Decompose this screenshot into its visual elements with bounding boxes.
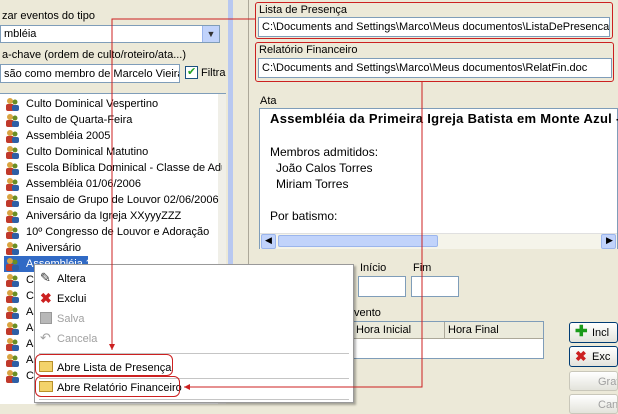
chevron-down-icon[interactable]: ▼ — [202, 26, 219, 42]
event-type-select[interactable]: mbléia ▼ — [0, 25, 220, 43]
event-name: Culto Dominical Matutino — [26, 146, 149, 158]
list-item[interactable]: 10º Congresso de Louvor e Adoração — [4, 224, 222, 240]
event-name: Culto de Quarta-Feira — [26, 114, 133, 126]
list-item[interactable]: Ensaio de Grupo de Louvor 02/06/2006 — [4, 192, 222, 208]
list-item[interactable]: Assembléia 01/06/2006 — [4, 176, 222, 192]
save-button[interactable]: Grav — [569, 371, 618, 391]
plus-icon: ✚ — [575, 323, 588, 340]
menu-item-label: Cancela — [57, 333, 98, 345]
keyword-value: são como membro de Marcelo Vieira — [4, 68, 180, 80]
scroll-left-button[interactable]: ◀ — [261, 234, 276, 249]
annotation-finance-box — [255, 42, 614, 82]
delete-button[interactable]: ✖ Exc — [569, 346, 618, 367]
event-grid[interactable]: Hora Inicial Hora Final — [352, 321, 544, 359]
include-button[interactable]: ✚ Incl — [569, 322, 618, 343]
end-label: Fim — [413, 262, 432, 274]
event-type-value: mbléia — [4, 28, 37, 40]
event-name: Aniversário da Igreja XXyyyZZZ — [26, 210, 182, 222]
event-name: Culto Dominical Vespertino — [26, 98, 159, 110]
x-icon: ✖ — [40, 290, 52, 306]
person-icon — [4, 225, 20, 240]
start-time-input[interactable] — [358, 276, 406, 297]
save-icon — [40, 312, 52, 324]
include-label: Incl — [592, 327, 610, 339]
person-icon — [4, 353, 20, 368]
pencil-icon: ✎ — [40, 270, 51, 285]
menu-item-label: Salva — [57, 313, 85, 325]
list-item[interactable]: Culto Dominical Matutino — [4, 144, 222, 160]
menu-item-exclui[interactable]: ✖ Exclui — [35, 289, 353, 309]
minutes-line: Miriam Torres — [276, 177, 349, 191]
minutes-hscrollbar[interactable]: ◀ ▶ — [260, 233, 617, 249]
person-icon — [4, 369, 20, 384]
annotation-menu-attendance-box — [35, 354, 173, 376]
person-icon — [4, 193, 20, 208]
list-item[interactable]: Culto Dominical Vespertino — [4, 96, 222, 112]
keyword-input[interactable]: são como membro de Marcelo Vieira — [0, 64, 180, 83]
start-label: Início — [360, 262, 387, 274]
annotation-attendance-box — [255, 2, 613, 39]
person-icon — [4, 241, 20, 256]
event-name: Escola Bíblica Dominical - Classe de Adu — [26, 162, 222, 174]
person-icon — [4, 145, 20, 160]
list-item[interactable]: Assembléia 2005 — [4, 128, 222, 144]
minutes-line: Por batismo: — [270, 209, 338, 223]
event-name: 10º Congresso de Louvor e Adoração — [26, 226, 210, 238]
person-icon — [4, 337, 20, 352]
filter-checkbox[interactable]: ✔ — [185, 66, 198, 79]
minutes-line: Membros admitidos: — [270, 145, 379, 159]
menu-item-salva[interactable]: Salva — [35, 309, 353, 329]
chevron-left-icon: ◀ — [265, 235, 272, 245]
person-icon — [4, 257, 20, 272]
list-item[interactable]: Aniversário da Igreja XXyyyZZZ — [4, 208, 222, 224]
minutes-line: João Calos Torres — [276, 161, 373, 175]
event-name: Assembléia 01/06/2006 — [26, 178, 141, 190]
person-icon — [4, 289, 20, 304]
scroll-thumb[interactable] — [278, 235, 438, 247]
minutes-editor[interactable]: Assembléia da Primeira Igreja Batista em… — [259, 108, 618, 249]
filter-label: Filtra — [201, 67, 226, 79]
minutes-title: Assembléia da Primeira Igreja Batista em… — [270, 111, 618, 126]
menu-item-cancela[interactable]: ↶ Cancela — [35, 329, 353, 349]
chevron-right-icon: ▶ — [606, 235, 613, 245]
annotation-menu-finance-box — [35, 376, 180, 397]
person-icon — [4, 273, 20, 288]
event-name: Aniversário — [26, 242, 82, 254]
x-icon: ✖ — [575, 348, 587, 364]
delete-label: Exc — [592, 351, 611, 363]
checkmark-icon: ✔ — [187, 66, 197, 78]
person-icon — [4, 209, 20, 224]
person-icon — [4, 129, 20, 144]
minutes-label: Ata — [260, 95, 277, 107]
menu-item-altera[interactable]: ✎ Altera — [35, 269, 353, 289]
menu-separator — [39, 399, 349, 400]
end-time-input[interactable] — [411, 276, 459, 297]
list-item[interactable]: Escola Bíblica Dominical - Classe de Adu — [4, 160, 222, 176]
event-section-label: vento — [354, 307, 381, 319]
person-icon — [4, 161, 20, 176]
person-icon — [4, 305, 20, 320]
cancel-button[interactable]: Canc — [569, 394, 618, 414]
menu-item-label: Exclui — [57, 293, 87, 305]
event-name: Assembléia 2005 — [26, 130, 111, 142]
person-icon — [4, 113, 20, 128]
event-name: Ensaio de Grupo de Louvor 02/06/2006 — [26, 194, 219, 206]
column-header[interactable]: Hora Final — [445, 322, 543, 339]
event-type-label: zar eventos do tipo — [2, 10, 95, 22]
keyword-label: a-chave (ordem de culto/roteiro/ata...) — [2, 49, 187, 61]
scroll-right-button[interactable]: ▶ — [601, 234, 616, 249]
person-icon — [4, 177, 20, 192]
save-label: Grav — [598, 376, 617, 388]
menu-item-label: Altera — [57, 273, 86, 285]
undo-icon: ↶ — [40, 330, 51, 345]
person-icon — [4, 321, 20, 336]
cancel-label: Canc — [598, 399, 618, 411]
list-item[interactable]: Culto de Quarta-Feira — [4, 112, 222, 128]
column-header[interactable]: Hora Inicial — [353, 322, 445, 339]
list-item[interactable]: Aniversário — [4, 240, 222, 256]
person-icon — [4, 97, 20, 112]
